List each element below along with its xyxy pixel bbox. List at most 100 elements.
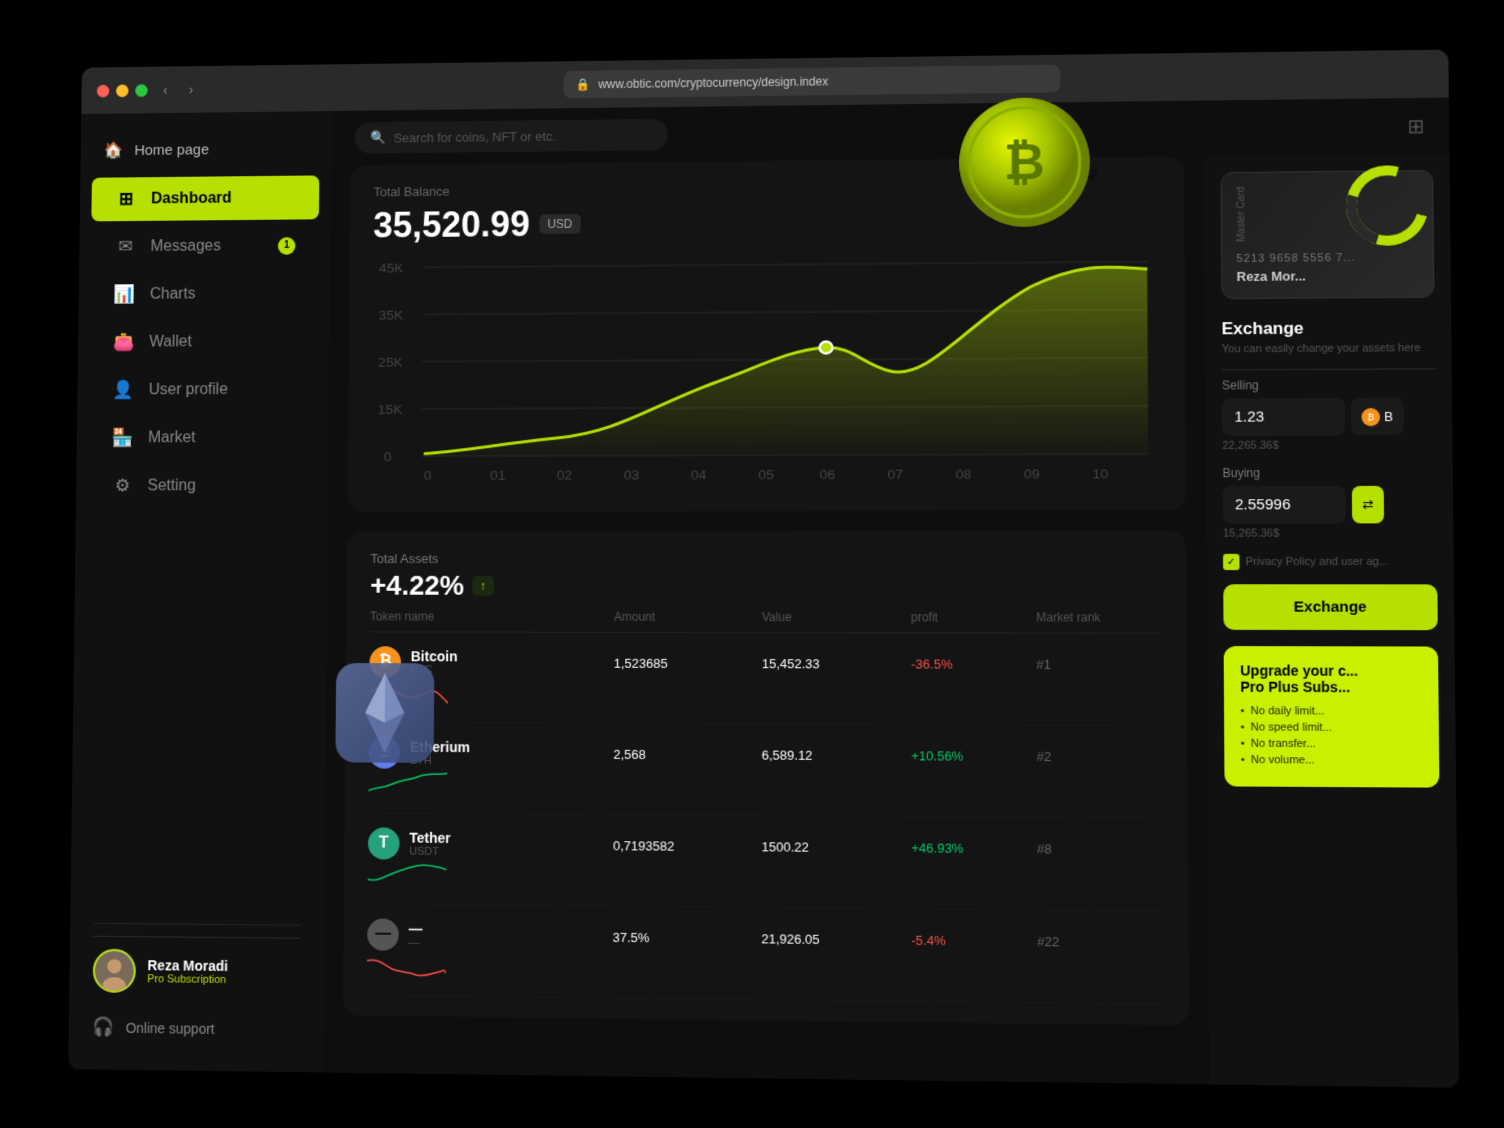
- table-row-usdt[interactable]: T Tether USDT 0,7193582 1500.22 +46.93% …: [367, 813, 1163, 911]
- assets-header: Total Assets: [370, 551, 1161, 566]
- btc-amount: 1,523685: [614, 655, 762, 670]
- other-value: 21,926.05: [761, 931, 911, 948]
- table-row-btc[interactable]: ₿ Bitcoin BTC 1,523685 15,452.33 -36.5% …: [369, 632, 1163, 726]
- svg-text:07: 07: [887, 467, 903, 482]
- col-value: Value: [762, 610, 911, 624]
- svg-text:0: 0: [424, 468, 432, 483]
- url-bar[interactable]: 🔒 www.obtic.com/cryptocurrency/design.in…: [564, 65, 1061, 99]
- upgrade-item-1: • No daily limit...: [1240, 705, 1422, 718]
- privacy-row: ✓ Privacy Policy and user ag...: [1223, 554, 1437, 570]
- svg-text:01: 01: [490, 468, 505, 483]
- sidebar-messages-label: Messages: [150, 237, 220, 255]
- col-profit: profit: [911, 610, 1036, 624]
- user-icon: 👤: [112, 380, 135, 401]
- table-header: Token name Amount Value profit Market ra…: [370, 602, 1162, 634]
- privacy-checkbox[interactable]: ✓: [1223, 554, 1239, 570]
- svg-text:10: 10: [1092, 467, 1108, 482]
- other-icon: —: [367, 918, 399, 950]
- exchange-swap-badge[interactable]: ⇄: [1352, 486, 1384, 524]
- exchange-button[interactable]: Exchange: [1223, 584, 1438, 630]
- lock-icon: 🔒: [576, 78, 591, 92]
- card-user-name: Reza Mor...: [1237, 268, 1419, 284]
- online-support[interactable]: 🎧 Online support: [92, 1004, 300, 1052]
- bullet-icon-4: •: [1241, 754, 1245, 766]
- sidebar-item-user-profile[interactable]: 👤 User profile: [89, 367, 318, 412]
- content-area: Total Balance 35,520.99 USD: [323, 154, 1460, 1088]
- btc-coin-icon: ₿: [1361, 407, 1380, 425]
- left-panel: Total Balance 35,520.99 USD: [323, 156, 1210, 1084]
- growth-badge: ↑: [472, 576, 494, 596]
- balance-amount-row: 35,520.99 USD: [373, 198, 1160, 247]
- back-button[interactable]: ‹: [157, 78, 173, 101]
- svg-text:06: 06: [820, 467, 836, 482]
- token-cell-other: — — —: [367, 918, 613, 953]
- sidebar-item-market[interactable]: 🏪 Market: [88, 415, 317, 460]
- eth-3d-decoration: [325, 653, 444, 773]
- other-amount: 37.5%: [613, 929, 762, 946]
- search-placeholder: Search for coins, NFT or etc.: [394, 128, 556, 144]
- maximize-button[interactable]: [135, 84, 148, 97]
- avatar: [93, 949, 136, 993]
- svg-text:25K: 25K: [378, 355, 403, 370]
- usdt-amount: 0,7193582: [613, 838, 762, 854]
- sidebar-item-charts[interactable]: 📊 Charts: [90, 271, 318, 317]
- balance-value: 35,520.99: [373, 204, 530, 247]
- col-amount: Amount: [614, 610, 762, 624]
- user-profile-section[interactable]: Reza Moradi Pro Subscription: [92, 936, 300, 1007]
- main-content: 🔍 Search for coins, NFT or etc. ⊞ Total …: [323, 98, 1460, 1088]
- forward-button[interactable]: ›: [183, 78, 199, 101]
- svg-text:15K: 15K: [378, 402, 403, 417]
- upgrade-item-4: • No volume...: [1241, 754, 1423, 767]
- sidebar-item-wallet[interactable]: 👛 Wallet: [89, 319, 318, 364]
- home-label: Home page: [134, 141, 209, 158]
- sidebar-profile-label: User profile: [149, 381, 228, 399]
- search-bar[interactable]: 🔍 Search for coins, NFT or etc.: [354, 119, 667, 154]
- eth-profit: +10.56%: [911, 748, 1036, 764]
- traffic-lights: [97, 84, 148, 97]
- usdt-sparkline: [368, 859, 447, 890]
- usdt-symbol: USDT: [409, 846, 450, 858]
- sidebar-home-item[interactable]: 🏠 Home page: [81, 130, 332, 168]
- other-sparkline: [367, 950, 446, 981]
- svg-text:02: 02: [557, 468, 573, 483]
- eth-amount: 2,568: [613, 746, 761, 762]
- balance-chart: 45K 35K 25K 15K 0 0 01 02 03 04: [371, 250, 1161, 492]
- sidebar: 🏠 Home page ⊞ Dashboard ✉ Messages 1 📊 C…: [68, 111, 331, 1072]
- balance-section: Total Balance 35,520.99 USD: [347, 157, 1186, 512]
- other-name: —: [409, 921, 423, 937]
- svg-text:35K: 35K: [379, 308, 404, 323]
- sidebar-item-setting[interactable]: ⚙ Setting: [87, 463, 316, 508]
- user-subscription: Pro Subscription: [147, 973, 228, 986]
- selling-row: ₿ B: [1222, 398, 1436, 436]
- minimize-button[interactable]: [116, 84, 129, 97]
- donut-chart: [1341, 160, 1434, 251]
- support-label: Online support: [126, 1019, 215, 1036]
- svg-text:04: 04: [691, 468, 707, 483]
- grid-view-icon[interactable]: ⊞: [1407, 113, 1424, 138]
- right-panel: Master Card 5213 9658 5556 7... Reza Mor…: [1204, 154, 1459, 1088]
- wallet-icon: 👛: [113, 332, 136, 353]
- charts-icon: 📊: [113, 284, 136, 305]
- browser-body: 🏠 Home page ⊞ Dashboard ✉ Messages 1 📊 C…: [68, 98, 1459, 1088]
- url-text: www.obtic.com/cryptocurrency/design.inde…: [598, 75, 828, 92]
- btc-coin-badge[interactable]: ₿ B: [1351, 398, 1403, 436]
- svg-text:45K: 45K: [379, 261, 404, 276]
- other-profit: -5.4%: [911, 932, 1037, 949]
- sidebar-bottom: Reza Moradi Pro Subscription 🎧 Online su…: [69, 911, 325, 1053]
- selling-input[interactable]: [1222, 398, 1345, 436]
- sidebar-item-dashboard[interactable]: ⊞ Dashboard: [91, 175, 319, 221]
- buying-row: ⇄: [1223, 486, 1437, 524]
- table-row-other[interactable]: — — — 37.5% 21,926.05 -5.4% #22: [367, 904, 1164, 1004]
- usdt-value: 1500.22: [762, 839, 912, 855]
- exchange-subtitle: You can easily change your assets here: [1222, 342, 1435, 355]
- assets-table: Token name Amount Value profit Market ra…: [367, 602, 1164, 1005]
- sidebar-item-messages[interactable]: ✉ Messages 1: [91, 223, 319, 269]
- assets-growth-row: +4.22% ↑: [370, 570, 1162, 602]
- eth-sparkline: [368, 769, 447, 799]
- close-button[interactable]: [97, 84, 110, 97]
- buying-input[interactable]: [1223, 486, 1346, 524]
- sidebar-wallet-label: Wallet: [149, 333, 192, 351]
- upgrade-item-3: • No transfer...: [1241, 738, 1423, 751]
- table-row-eth[interactable]: Ξ Etherium ETH 2,568 6,589.12 +10.56% #2: [368, 723, 1163, 819]
- svg-text:05: 05: [758, 467, 774, 482]
